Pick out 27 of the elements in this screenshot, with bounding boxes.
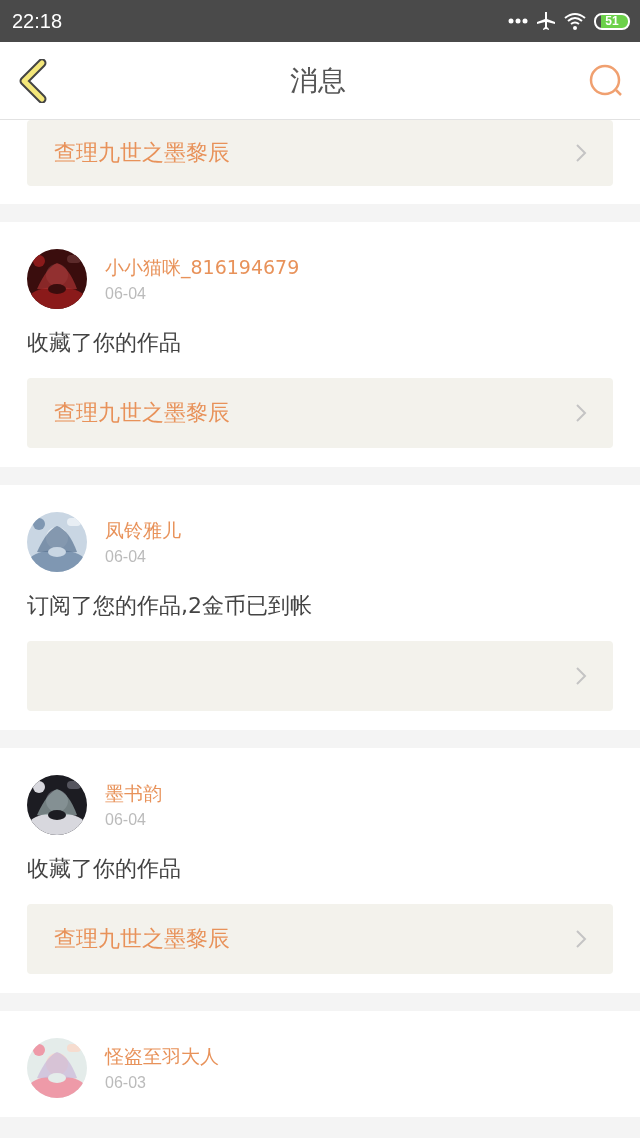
work-title: 查理九世之墨黎辰	[54, 925, 230, 953]
chevron-right-icon	[575, 403, 587, 423]
chevron-right-icon	[575, 666, 587, 686]
chevron-right-icon	[575, 143, 587, 163]
work-link[interactable]: 查理九世之墨黎辰	[27, 904, 613, 974]
user-name[interactable]: 墨书韵	[105, 781, 162, 807]
user-name[interactable]: 凤铃雅儿	[105, 518, 181, 544]
wifi-icon	[564, 12, 586, 30]
airplane-icon	[536, 11, 556, 31]
message-text: 收藏了你的作品	[27, 855, 182, 883]
work-link[interactable]: 查理九世之墨黎辰	[27, 378, 613, 448]
message-date: 06-04	[105, 811, 147, 829]
page-title: 消息	[289, 62, 347, 99]
message-date: 06-03	[105, 1074, 147, 1092]
chevron-right-icon	[575, 929, 587, 949]
user-name[interactable]: 小小猫咪_816194679	[105, 255, 300, 281]
work-link[interactable]: 查理九世之墨黎辰	[27, 120, 613, 186]
work-title: 查理九世之墨黎辰	[54, 399, 230, 427]
message-text: 收藏了你的作品	[27, 329, 182, 357]
user-name[interactable]: 怪盗至羽大人	[105, 1044, 219, 1070]
message-date: 06-04	[105, 285, 147, 303]
status-time: 22:18	[12, 9, 63, 33]
work-title: 查理九世之墨黎辰	[54, 139, 230, 167]
more-dots-icon	[508, 18, 528, 24]
message-text: 订阅了您的作品,2金币已到帐	[27, 592, 313, 620]
message-date: 06-04	[105, 548, 147, 566]
battery-level: 51	[594, 12, 630, 30]
